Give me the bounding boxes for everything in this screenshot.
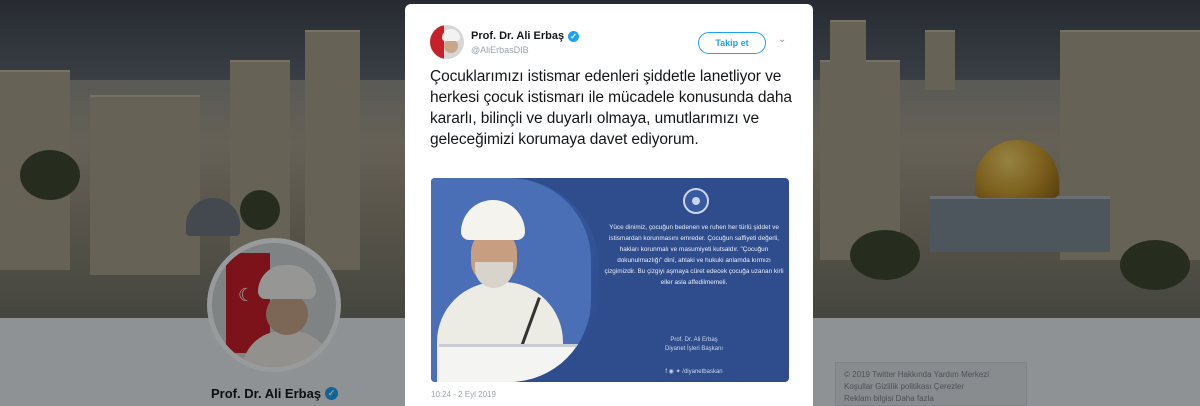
tweet-author-name[interactable]: Prof. Dr. Ali Erbaş ✓ bbox=[471, 30, 580, 42]
image-quote-text: Yüce dinimiz, çocuğun bedenen ve ruhen h… bbox=[604, 224, 784, 286]
follow-button[interactable]: Takip et bbox=[698, 32, 766, 54]
avatar-face bbox=[444, 39, 458, 53]
photo-turban bbox=[461, 200, 525, 240]
image-photo bbox=[431, 178, 591, 382]
tweet-text: Çocuklarımızı istismar edenleri şiddetle… bbox=[430, 68, 792, 148]
image-social-handles: f ◉ ✦ /diyanetbaskan bbox=[665, 369, 723, 375]
photo-podium bbox=[439, 344, 583, 382]
avatar-turban bbox=[442, 29, 460, 41]
tweet-modal: Prof. Dr. Ali Erbaş ✓ @AliErbasDIB Takip… bbox=[405, 4, 813, 406]
tweet-image[interactable]: Yüce dinimiz, çocuğun bedenen ve ruhen h… bbox=[431, 178, 789, 382]
diyanet-logo-icon bbox=[683, 188, 709, 214]
tweet-timestamp[interactable]: 10:24 - 2 Eyl 2019 bbox=[431, 390, 496, 399]
tweet-author-name-text: Prof. Dr. Ali Erbaş bbox=[471, 30, 565, 42]
image-signature: Prof. Dr. Ali Erbaş Diyanet İşleri Başka… bbox=[664, 337, 724, 352]
verified-badge-icon: ✓ bbox=[568, 30, 580, 42]
tweet-author-handle[interactable]: @AliErbasDIB bbox=[471, 45, 529, 55]
logo-center bbox=[692, 197, 700, 205]
chevron-down-icon[interactable]: ⌄ bbox=[778, 34, 786, 45]
avatar-flag bbox=[430, 25, 444, 59]
tweet-author-avatar[interactable] bbox=[430, 25, 464, 59]
